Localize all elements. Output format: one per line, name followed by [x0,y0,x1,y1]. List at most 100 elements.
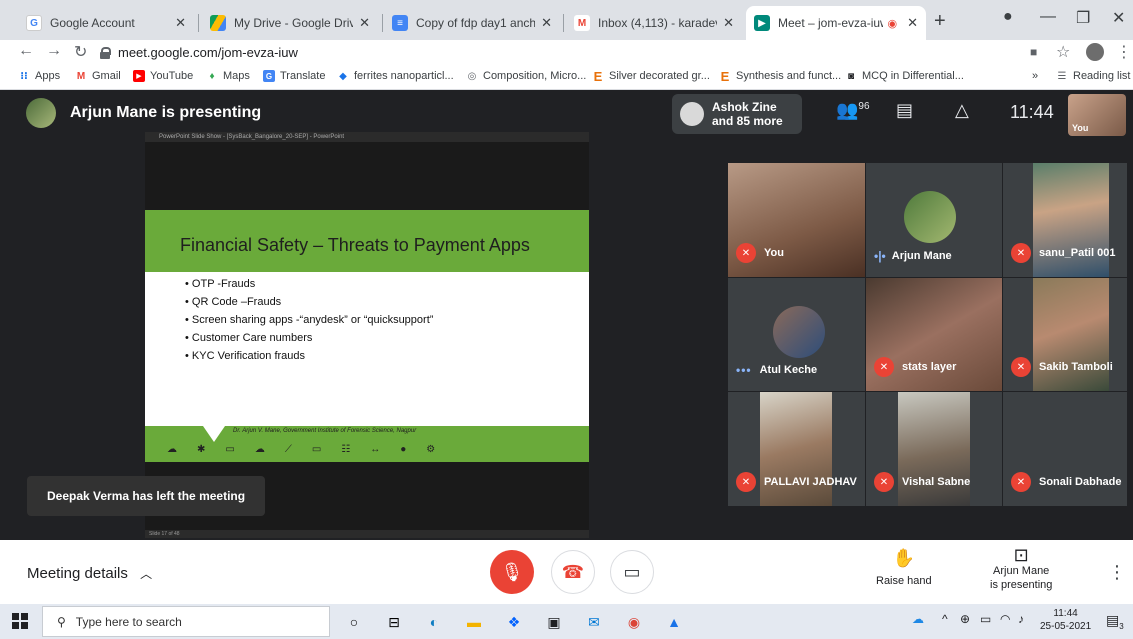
tab-docs[interactable]: ≡ Copy of fdp day1 anchoring ✕ [384,6,560,40]
meeting-clock: 11:44 [1010,102,1054,122]
raise-hand-button[interactable]: ✋ Raise hand [876,548,932,587]
participant-tile[interactable]: ••• Atul Keche [728,278,865,391]
camera-indicator-icon[interactable]: ■ [1030,45,1037,59]
reload-button[interactable]: ↻ [74,42,87,62]
bookmark-apps[interactable]: ⁝⁝ Apps [18,70,60,82]
battery-icon[interactable]: ▭ [980,612,991,626]
self-view-thumbnail[interactable]: You [1068,94,1126,136]
volume-icon[interactable]: ♪ [1018,612,1024,626]
bookmark-star-icon[interactable]: ☆ [1056,42,1070,62]
slide-bullet: Screen sharing apps -“anydesk” or “quick… [185,314,434,326]
forward-button[interactable]: → [46,42,62,60]
browser-menu-icon[interactable]: ⋮ [1116,42,1132,62]
taskbar-search-box[interactable]: ⚲ Type here to search [42,606,330,637]
participant-name: Vishal Sabne [902,476,971,488]
profile-menu-icon[interactable]: ● [1003,8,1013,26]
elsevier-icon: E [593,68,603,84]
raise-hand-label: Raise hand [876,575,932,587]
leave-call-button[interactable]: ☎ [551,550,595,594]
microphone-toggle-button[interactable]: 🎙 [490,550,534,594]
slide-bullet: OTP -Frauds [185,278,433,290]
back-button[interactable]: ← [18,42,34,60]
participant-tile[interactable]: ✕ stats layer [866,278,1002,391]
participant-tile[interactable]: •|• Arjun Mane [866,163,1002,277]
chrome-icon[interactable]: ◉ [624,612,644,632]
participant-avatar [904,191,956,243]
taskbar-clock[interactable]: 11:44 25-05-2021 [1040,607,1091,633]
dropbox-icon[interactable]: ❖ [504,612,524,632]
close-tab-icon[interactable]: ✕ [175,15,186,31]
reading-list-button[interactable]: ☰ Reading list [1056,70,1131,82]
photos-icon[interactable]: ▲ [664,612,684,632]
mail-icon[interactable]: ✉ [584,612,604,632]
address-bar[interactable]: meet.google.com/jom-evza-iuw [100,41,1020,63]
notifications-icon[interactable]: ▤3 [1106,612,1124,631]
tab-google-account[interactable]: G Google Account ✕ [18,6,194,40]
close-tab-icon[interactable]: ✕ [359,15,370,31]
bookmark-composition[interactable]: ◎ Composition, Micro... [466,70,587,82]
camera-toggle-button[interactable]: ▭ [610,550,654,594]
participants-chip[interactable]: Ashok Zine and 85 more [672,94,802,134]
tray-app-icon[interactable]: ⊕ [960,612,970,626]
bookmark-synthesis[interactable]: E Synthesis and funct... [719,69,842,84]
raise-hand-icon: ✋ [892,548,916,568]
tab-meet[interactable]: ▶ Meet – jom-evza-iuw ◉ ✕ [746,6,926,40]
edge-icon[interactable]: ◐ [424,612,444,632]
bookmark-maps[interactable]: ♦ Maps [206,70,249,82]
docs-icon: ≡ [392,15,408,31]
tab-separator [198,14,199,32]
close-tab-icon[interactable]: ✕ [907,15,918,31]
chat-icon[interactable]: ▤ [896,100,913,121]
participant-tile[interactable]: ✕ You [728,163,865,277]
wifi-icon[interactable]: ◠ [1000,612,1010,626]
onedrive-icon[interactable]: ☁ [912,612,924,626]
mic-off-icon: ✕ [1011,243,1031,263]
mic-off-icon: ✕ [1011,357,1031,377]
tray-overflow-icon[interactable]: ^ [942,612,948,626]
participant-tile[interactable]: ✕ PALLAVI JADHAV [728,392,865,506]
cortana-icon[interactable]: ○ [344,612,364,632]
slide-bullet-list: OTP -Frauds QR Code –Frauds Screen shari… [185,278,434,368]
close-window-button[interactable]: ✕ [1112,8,1125,28]
bookmark-mcq[interactable]: ◙ MCQ in Differential... [845,70,964,82]
participant-name: Sonali Dabhade [1039,476,1122,488]
activities-icon[interactable]: △ [955,100,969,121]
meet-icon: ▶ [754,15,770,31]
profile-avatar[interactable] [1086,43,1104,61]
participant-tile[interactable]: ✕ Sonali Dabhade [1003,392,1127,506]
mic-off-icon: ✕ [1011,472,1031,492]
participant-name: PALLAVI JADHAV [764,476,857,488]
file-explorer-icon[interactable]: ▬ [464,612,484,632]
tab-gmail[interactable]: M Inbox (4,113) - karadevrusha ✕ [566,6,742,40]
reading-list-icon: ☰ [1057,70,1067,82]
navigation-bar: ← → ↻ meet.google.com/jom-evza-iuw ■ ☆ ⋮ [0,40,1133,64]
close-tab-icon[interactable]: ✕ [541,15,552,31]
google-icon: G [26,15,42,31]
search-icon: ⚲ [57,614,66,629]
present-now-button[interactable]: ⊡ Arjun Mane is presenting [990,545,1052,592]
bookmark-ferrites[interactable]: ◆ ferrites nanoparticl... [337,70,454,82]
drive-icon [210,15,226,31]
store-icon[interactable]: ▣ [544,612,564,632]
bookmark-silver[interactable]: E Silver decorated gr... [592,68,710,84]
tab-google-drive[interactable]: My Drive - Google Drive ✕ [202,6,378,40]
more-options-icon[interactable]: ⋮ [1108,562,1126,583]
minimize-button[interactable]: — [1040,8,1056,26]
bookmark-translate[interactable]: G Translate [263,70,325,82]
new-tab-button[interactable]: + [934,10,946,33]
maximize-button[interactable]: ❐ [1076,8,1090,28]
meeting-details-button[interactable]: Meeting details ︿ [27,565,152,582]
windows-start-icon[interactable] [12,613,28,629]
present-screen-icon: ⊡ [1013,545,1029,565]
people-button[interactable]: 👥96 [836,100,870,121]
task-view-icon[interactable]: ⊟ [384,612,404,632]
bookmarks-overflow-icon[interactable]: » [1032,70,1038,82]
browser-tab-strip: G Google Account ✕ My Drive - Google Dri… [0,0,1133,40]
bookmark-gmail[interactable]: M Gmail [75,70,121,82]
participant-tile[interactable]: ✕ sanu_Patil 001 [1003,163,1127,277]
close-tab-icon[interactable]: ✕ [723,15,734,31]
bookmark-youtube[interactable]: ▶ YouTube [133,70,193,82]
participant-tile[interactable]: ✕ Sakib Tamboli [1003,278,1127,391]
slideshow-status-bar: Slide 17 of 48 [145,530,589,538]
participant-tile[interactable]: ✕ Vishal Sabne [866,392,1002,506]
